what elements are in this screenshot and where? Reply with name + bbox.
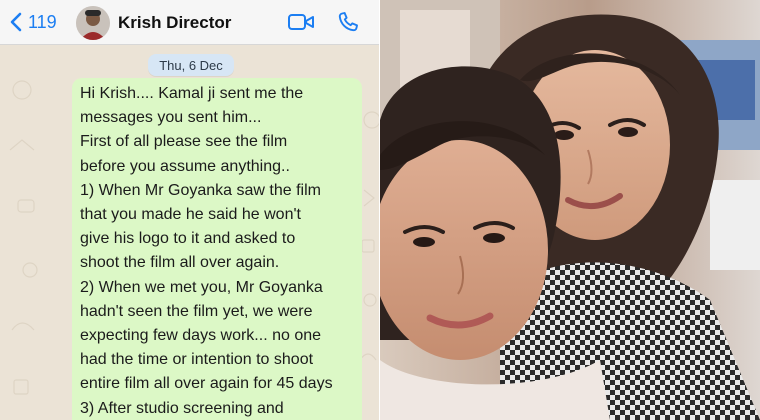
video-camera-icon[interactable] [287,11,315,33]
selfie-photo [380,0,760,420]
avatar[interactable] [76,6,110,40]
unread-count: 119 [28,11,57,32]
chat-screenshot: 119 Krish Director Thu, 6 Dec Hi Krish..… [0,0,380,420]
message-line: First of all please see the film [80,133,288,151]
avatar-image [76,6,110,40]
message-line: messages you sent him... [80,109,262,127]
message-line: that you made he said he won't [80,206,301,224]
date-separator: Thu, 6 Dec [148,54,234,76]
message-line: 2) When we met you, Mr Goyanka [80,278,323,296]
phone-icon[interactable] [336,10,360,34]
message-line: 3) After studio screening and [80,399,284,417]
message-bubble[interactable]: Hi Krish.... Kamal ji sent me the messag… [72,78,362,420]
back-button[interactable]: 119 [8,11,57,33]
photo-image [380,0,760,420]
message-line: hadn't seen the film yet, we were [80,302,313,320]
message-line: 1) When Mr Goyanka saw the film [80,181,321,199]
message-line: expecting few days work... no one [80,327,322,345]
chevron-left-icon [10,12,22,32]
message-line: shoot the film all over again. [80,254,280,272]
chat-header: 119 Krish Director [0,0,380,45]
message-line: Hi Krish.... Kamal ji sent me the [80,85,304,102]
message-line: had the time or intention to shoot [80,351,314,369]
message-text: Hi Krish.... Kamal ji sent me the messag… [80,82,360,420]
message-line: before you assume anything.. [80,157,290,175]
contact-name[interactable]: Krish Director [118,13,231,33]
message-line: give his logo to it and asked to [80,230,296,248]
message-line: entire film all over again for 45 days [80,375,333,393]
